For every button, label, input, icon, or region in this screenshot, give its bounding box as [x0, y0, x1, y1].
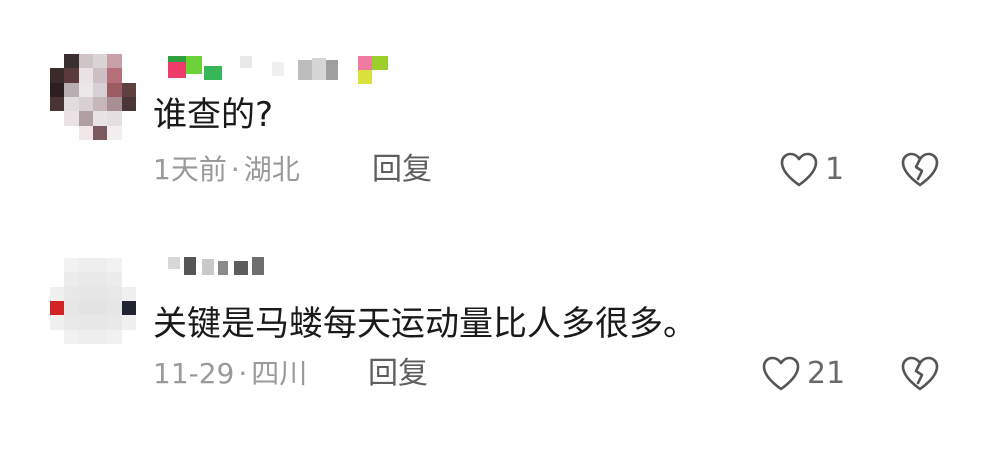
comment-item: 谁查的? 1天前 · 湖北 回复 1	[0, 0, 984, 215]
comment-time: 11-29	[153, 357, 235, 390]
reply-button[interactable]: 回复	[368, 357, 428, 391]
meta-separator: ·	[238, 357, 248, 390]
comment-meta: 1天前 · 湖北	[153, 153, 300, 187]
broken-heart-icon	[900, 355, 940, 393]
comment-text: 关键是马蝼每天运动量比人多很多。	[153, 304, 697, 344]
username-pixelated[interactable]	[168, 257, 264, 279]
avatar[interactable]	[50, 54, 136, 140]
comment-location: 四川	[251, 357, 308, 390]
heart-outline-icon	[761, 355, 801, 393]
username-pixelated[interactable]	[168, 56, 388, 90]
avatar[interactable]	[50, 258, 136, 344]
meta-separator: ·	[230, 153, 240, 186]
comment-location: 湖北	[243, 153, 300, 186]
heart-outline-icon	[779, 151, 819, 189]
comment-item: 关键是马蝼每天运动量比人多很多。 11-29 · 四川 回复 21	[0, 215, 984, 449]
comment-time: 1天前	[153, 153, 227, 186]
dislike-button[interactable]	[900, 151, 940, 189]
like-count: 1	[825, 152, 845, 187]
broken-heart-icon	[900, 151, 940, 189]
dislike-button[interactable]	[900, 355, 940, 393]
like-count: 21	[807, 356, 846, 391]
like-button[interactable]: 1	[779, 151, 844, 189]
like-button[interactable]: 21	[761, 355, 845, 393]
comment-meta: 11-29 · 四川	[153, 357, 307, 391]
reply-button[interactable]: 回复	[372, 153, 432, 187]
comment-text: 谁查的?	[153, 95, 274, 135]
